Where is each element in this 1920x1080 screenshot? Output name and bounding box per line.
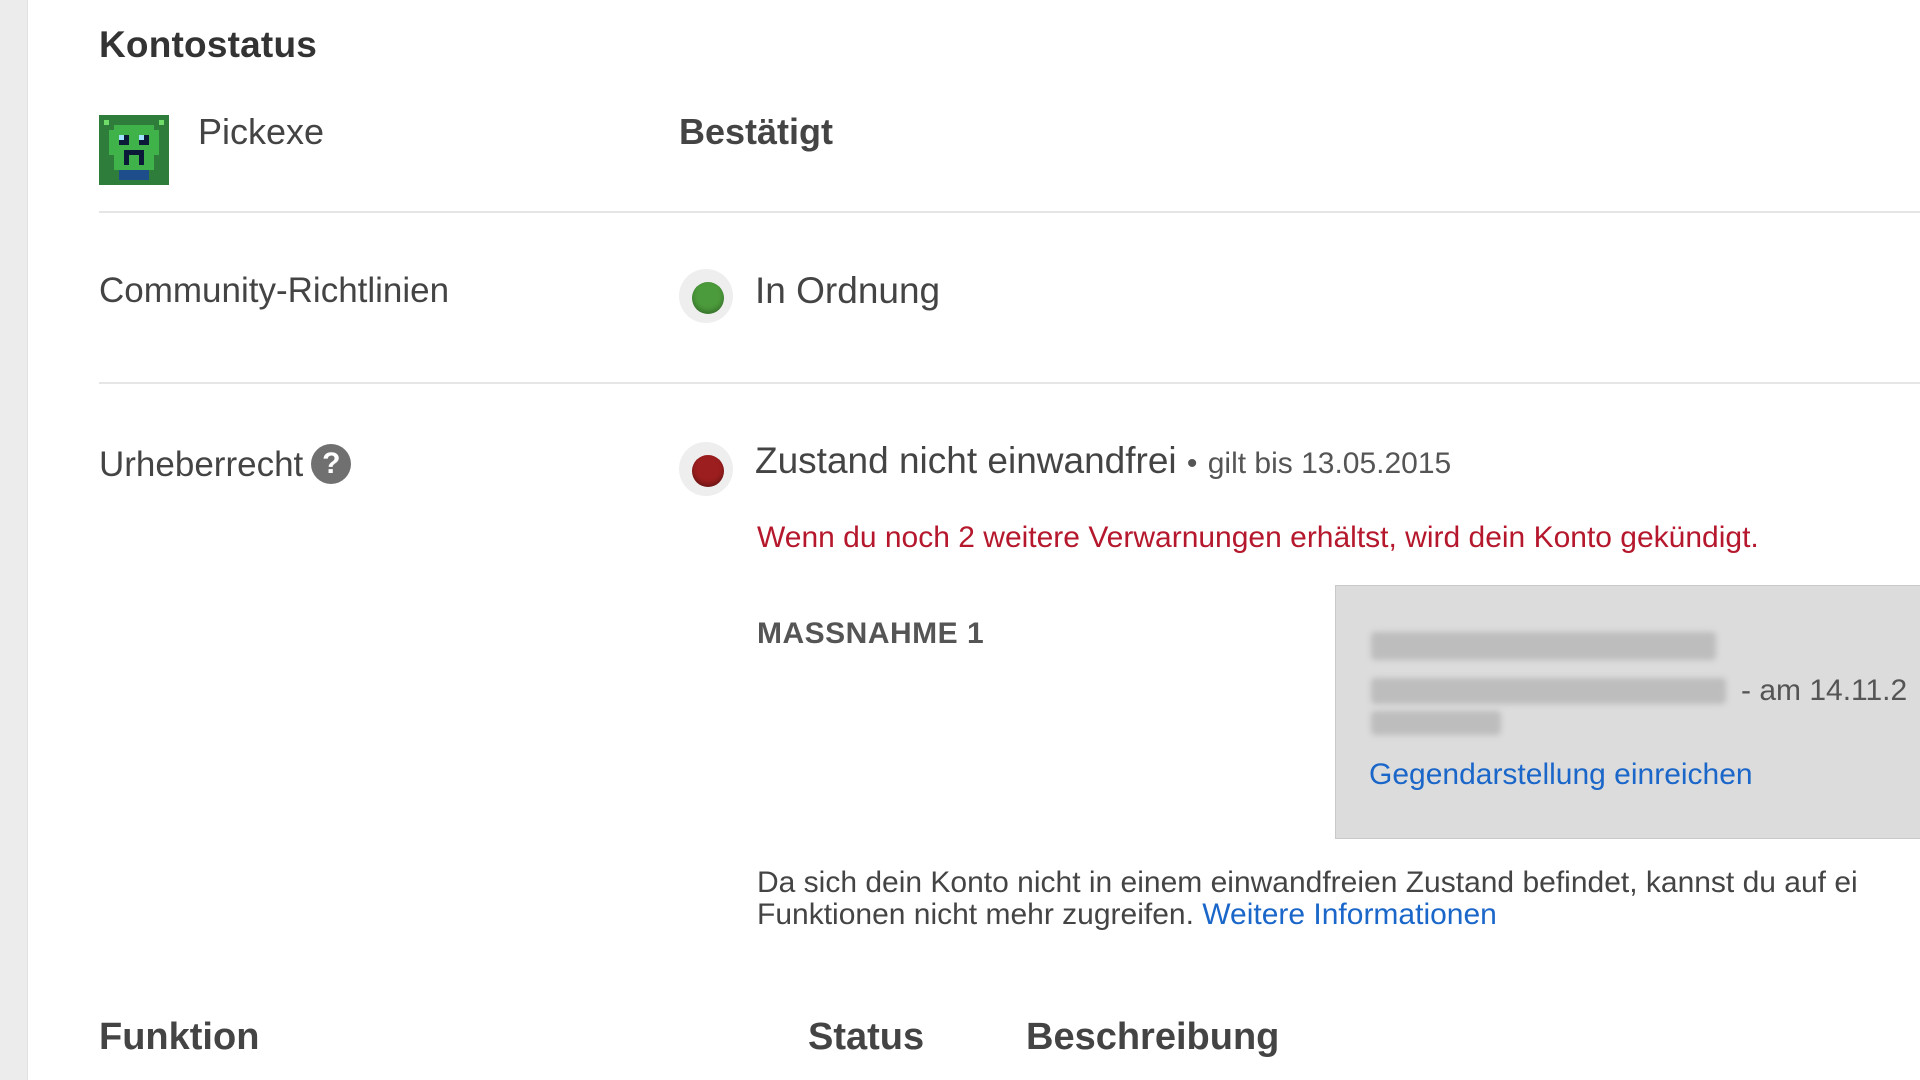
copyright-status: Zustand nicht einwandfrei • gilt bis 13.… (755, 440, 1451, 482)
info-line-1: Da sich dein Konto nicht in einem einwan… (757, 866, 1858, 899)
counter-notice-link[interactable]: Gegendarstellung einreichen (1369, 758, 1753, 792)
account-restriction-info: Da sich dein Konto nicht in einem einwan… (757, 867, 1917, 931)
strike-date: - am 14.11.2 (1741, 674, 1908, 707)
status-separator: • (1186, 447, 1198, 480)
redacted-claimant (1371, 678, 1726, 704)
info-line-2-text: Funktionen nicht mehr zugreifen. (757, 898, 1194, 931)
channel-avatar-icon (99, 115, 169, 185)
strike-details-box: - am 14.11.2 Gegendarstellung einreichen (1335, 585, 1920, 839)
section-title: Kontostatus (99, 24, 318, 65)
measure-label: MASSNAHME 1 (757, 617, 985, 650)
valid-until-text: gilt bis 13.05.2015 (1207, 447, 1452, 480)
copyright-status-text: Zustand nicht einwandfrei (755, 440, 1177, 481)
copyright-label-text: Urheberrecht (99, 445, 304, 484)
divider (99, 211, 1920, 213)
account-status-page: Kontostatus Pickexe Bestätigt Community-… (0, 0, 1920, 1080)
status-dot-icon (679, 442, 733, 496)
copyright-label: Urheberrecht? (99, 443, 352, 487)
termination-warning: Wenn du noch 2 weitere Verwarnungen erhä… (757, 521, 1759, 554)
table-header-status: Status (808, 1016, 925, 1058)
redacted-video-title (1371, 632, 1716, 660)
divider (99, 382, 1920, 384)
redacted-text (1371, 711, 1501, 735)
community-status-text: In Ordnung (755, 270, 941, 311)
more-info-link[interactable]: Weitere Informationen (1202, 898, 1497, 931)
table-header-function: Funktion (99, 1016, 260, 1058)
info-line-2: Funktionen nicht mehr zugreifen. Weitere… (757, 899, 1917, 931)
channel-name[interactable]: Pickexe (198, 111, 324, 153)
verification-status: Bestätigt (679, 111, 834, 152)
status-dot-icon (679, 269, 733, 323)
table-header-description: Beschreibung (1026, 1016, 1280, 1058)
help-icon[interactable]: ? (311, 443, 352, 484)
community-guidelines-label: Community-Richtlinien (99, 271, 450, 310)
